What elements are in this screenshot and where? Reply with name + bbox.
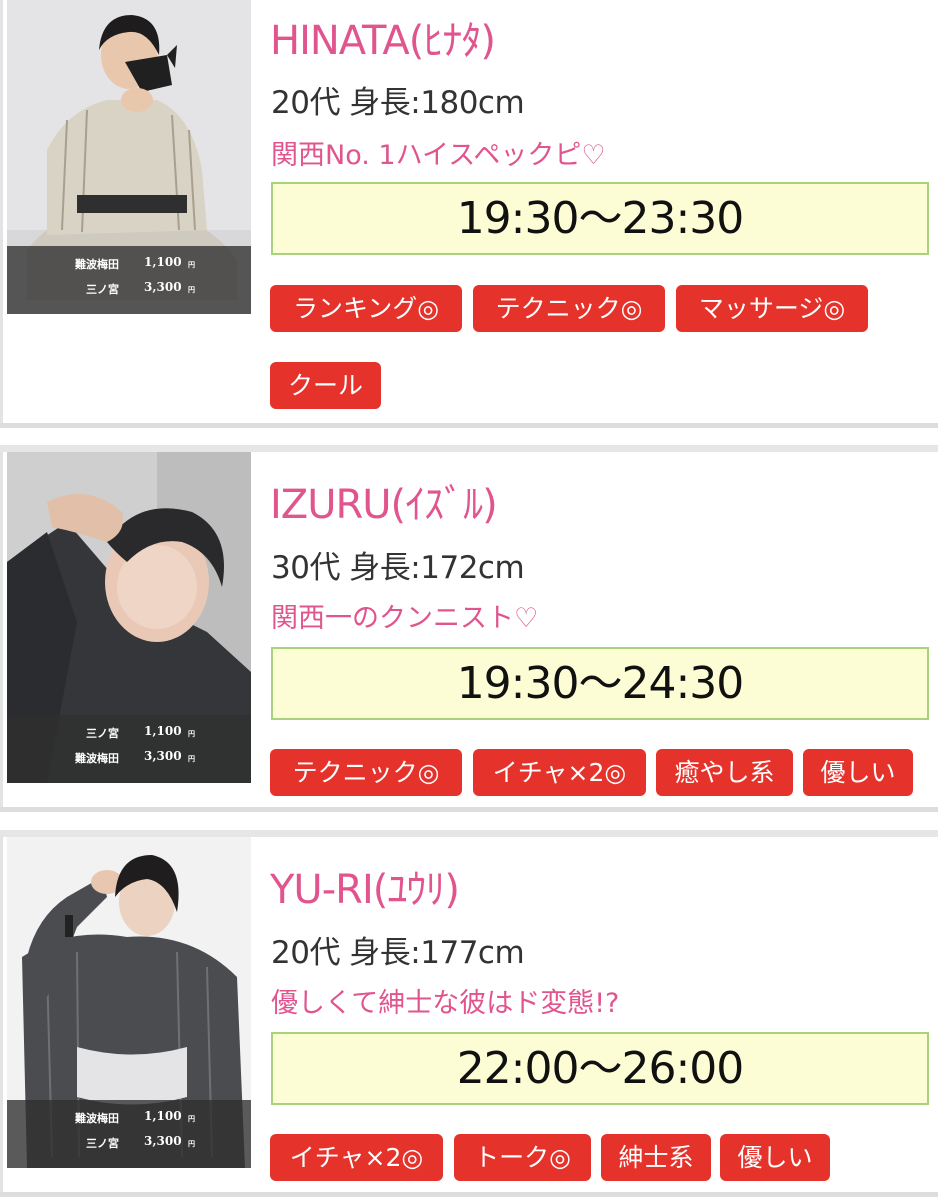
price-box: 難波梅田 1,100 円 三ノ宮 3,300 円	[7, 1100, 251, 1168]
price-box: 三ノ宮 1,100 円 難波梅田 3,300 円	[7, 715, 251, 783]
price-value: 3,300	[144, 280, 182, 294]
card-divider	[0, 445, 938, 452]
tag-badge: 優しい	[720, 1134, 830, 1181]
price-area: 難波梅田	[75, 1112, 119, 1125]
price-value: 1,100	[144, 724, 182, 738]
cast-name[interactable]: IZURU(ｲｽﾞﾙ)	[270, 472, 498, 530]
tag-badge: イチャ×2◎	[270, 1134, 443, 1181]
price-box: 難波梅田 1,100 円 三ノ宮 3,300 円	[7, 246, 251, 314]
price-row: 三ノ宮 3,300 円	[7, 279, 251, 299]
tag-badge: ランキング◎	[270, 285, 462, 332]
cast-card[interactable]: 難波梅田 1,100 円 三ノ宮 3,300 円 YU-RI(ﾕｳﾘ) 20代 …	[0, 837, 938, 1192]
card-divider	[0, 423, 938, 428]
price-value: 1,100	[144, 255, 182, 269]
price-row: 難波梅田 3,300 円	[7, 748, 251, 768]
tag-badge: テクニック◎	[473, 285, 665, 332]
tag-badge: トーク◎	[454, 1134, 591, 1181]
price-row: 難波梅田 1,100 円	[7, 254, 251, 274]
price-value: 3,300	[144, 749, 182, 763]
tag-badge: マッサージ◎	[676, 285, 868, 332]
schedule-time: 22:00〜26:00	[271, 1032, 929, 1105]
price-row: 三ノ宮 1,100 円	[7, 723, 251, 743]
cast-catchphrase: 関西一のクンニスト♡	[271, 603, 539, 634]
card-divider	[0, 1192, 938, 1197]
price-value: 3,300	[144, 1134, 182, 1148]
price-area: 難波梅田	[75, 258, 119, 271]
cast-card[interactable]: 三ノ宮 1,100 円 難波梅田 3,300 円 IZURU(ｲｽﾞﾙ) 30代…	[0, 452, 938, 807]
tag-badge: 癒やし系	[656, 749, 793, 796]
cast-photo[interactable]: 難波梅田 1,100 円 三ノ宮 3,300 円	[7, 0, 251, 314]
price-yen: 円	[188, 1114, 195, 1123]
price-yen: 円	[188, 1139, 195, 1148]
cast-catchphrase: 優しくて紳士な彼はド変態!?	[271, 988, 620, 1019]
price-area: 三ノ宮	[86, 283, 119, 296]
tag-badge: 紳士系	[601, 1134, 711, 1181]
schedule-time: 19:30〜23:30	[271, 182, 929, 255]
tag-badge: イチャ×2◎	[473, 749, 646, 796]
cast-age-height: 20代 身長:177cm	[271, 935, 525, 971]
tag-badge: テクニック◎	[270, 749, 462, 796]
price-area: 難波梅田	[75, 752, 119, 765]
cast-name[interactable]: HINATA(ﾋﾅﾀ)	[270, 8, 496, 66]
card-divider	[0, 830, 938, 837]
price-value: 1,100	[144, 1109, 182, 1123]
price-yen: 円	[188, 285, 195, 294]
card-divider	[0, 807, 938, 812]
price-row: 難波梅田 1,100 円	[7, 1108, 251, 1128]
price-area: 三ノ宮	[86, 727, 119, 740]
tag-badge: 優しい	[803, 749, 913, 796]
price-yen: 円	[188, 260, 195, 269]
cast-age-height: 30代 身長:172cm	[271, 550, 525, 586]
cast-card[interactable]: 難波梅田 1,100 円 三ノ宮 3,300 円 HINATA(ﾋﾅﾀ) 20代…	[0, 0, 938, 423]
cast-age-height: 20代 身長:180cm	[271, 85, 525, 121]
price-yen: 円	[188, 729, 195, 738]
cast-catchphrase: 関西No. 1ハイスペックピ♡	[271, 140, 606, 171]
tag-badge: クール	[270, 362, 381, 409]
price-yen: 円	[188, 754, 195, 763]
cast-photo[interactable]: 難波梅田 1,100 円 三ノ宮 3,300 円	[7, 837, 251, 1168]
price-row: 三ノ宮 3,300 円	[7, 1133, 251, 1153]
cast-photo[interactable]: 三ノ宮 1,100 円 難波梅田 3,300 円	[7, 452, 251, 783]
price-area: 三ノ宮	[86, 1137, 119, 1150]
cast-name[interactable]: YU-RI(ﾕｳﾘ)	[270, 857, 460, 915]
schedule-time: 19:30〜24:30	[271, 647, 929, 720]
